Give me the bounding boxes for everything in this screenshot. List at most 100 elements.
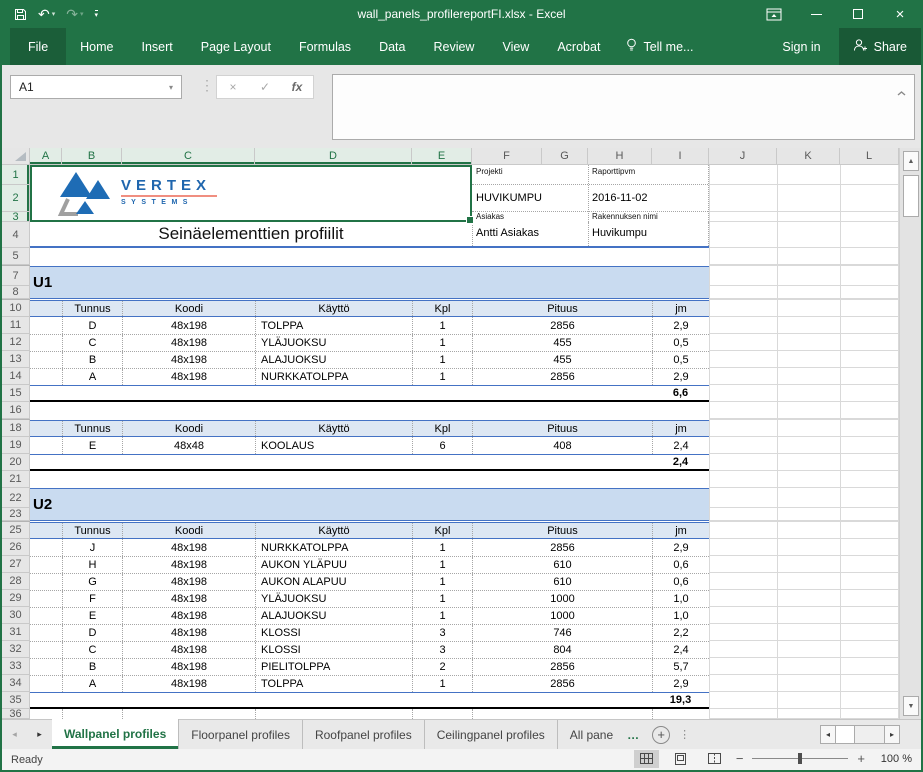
header-kpl[interactable]: Kpl [412,523,472,538]
cell[interactable] [30,693,62,707]
cell[interactable] [30,317,62,334]
page-break-preview-icon[interactable] [702,750,727,768]
cell[interactable]: 3 [412,625,472,641]
scroll-up-icon[interactable]: ▲ [903,151,919,171]
cell[interactable]: 1 [412,574,472,590]
cell[interactable] [30,539,62,556]
row-header[interactable]: 3 [2,212,30,222]
column-header[interactable]: H [588,148,652,165]
cell[interactable]: 1 [412,539,472,556]
cell[interactable]: 48x198 [122,352,255,368]
cell[interactable]: 48x198 [122,369,255,385]
header-jm[interactable]: jm [652,421,709,436]
cell[interactable]: 2856 [472,659,652,675]
tab-formulas[interactable]: Formulas [285,28,365,65]
undo-button[interactable]: ↶▾ [38,7,55,21]
column-header[interactable]: A [30,148,62,165]
cell[interactable] [255,386,412,400]
row-header[interactable]: 35 [2,692,30,709]
cell[interactable]: 2,9 [652,676,709,692]
cell[interactable]: C [62,642,122,658]
cell[interactable]: E [62,437,122,454]
row-header[interactable]: 28 [2,573,30,590]
cell[interactable]: 408 [472,437,652,454]
cell[interactable] [30,608,62,624]
row-header[interactable]: 13 [2,351,30,368]
report-meta-block[interactable]: Projekti Raporttipvm HUVIKUMPU 2016-11-0… [472,165,709,222]
header-tunnus[interactable]: Tunnus [62,301,122,316]
cell[interactable]: E [62,608,122,624]
cell[interactable]: 455 [472,335,652,351]
header-kpl[interactable]: Kpl [412,421,472,436]
cell[interactable]: A [62,676,122,692]
row-header[interactable]: 20 [2,454,30,471]
tab-view[interactable]: View [488,28,543,65]
row-header[interactable]: 23 [2,508,30,521]
cell[interactable] [122,386,255,400]
header-koodi[interactable]: Koodi [122,421,255,436]
cell[interactable]: 1 [412,352,472,368]
hscroll-left-icon[interactable]: ◂ [820,725,836,744]
row-header[interactable]: 16 [2,402,30,419]
minimize-button[interactable] [795,0,837,28]
cell[interactable]: B [62,352,122,368]
select-all-corner[interactable] [2,148,30,165]
row-header[interactable]: 34 [2,675,30,692]
header-jm[interactable]: jm [652,301,709,316]
zoom-out-button[interactable]: − [736,751,744,766]
cell[interactable]: 1 [412,369,472,385]
header-koodi[interactable]: Koodi [122,301,255,316]
row-header[interactable]: 22 [2,488,30,508]
cell[interactable]: 48x198 [122,676,255,692]
cell[interactable] [30,625,62,641]
formula-input[interactable] [332,74,915,140]
cell[interactable]: ALAJUOKSU [255,608,412,624]
cell[interactable] [255,709,412,719]
cell[interactable] [30,386,62,400]
section-banner-u2[interactable]: U2 [30,488,709,521]
scroll-down-icon[interactable]: ▼ [903,696,919,716]
cell[interactable] [652,709,709,719]
cell[interactable]: 455 [472,352,652,368]
row-header[interactable]: 8 [2,286,30,299]
sheet-nav-right-icon[interactable]: ▸ [27,720,52,749]
cell[interactable]: 48x198 [122,557,255,573]
save-icon[interactable] [14,8,27,21]
cell[interactable] [30,352,62,368]
cell[interactable] [30,659,62,675]
tell-me-box[interactable]: Tell me... [614,28,705,65]
row-header[interactable]: 7 [2,266,30,286]
row-header[interactable]: 25 [2,522,30,539]
total-value[interactable]: 19,3 [652,693,709,707]
cell[interactable] [412,386,472,400]
name-box[interactable]: A1 ▾ [10,75,182,99]
header-kaytto[interactable]: Käyttö [255,421,412,436]
cell[interactable] [472,386,652,400]
tab-data[interactable]: Data [365,28,419,65]
header-koodi[interactable]: Koodi [122,523,255,538]
cell[interactable]: 48x198 [122,574,255,590]
cell[interactable]: 5,7 [652,659,709,675]
column-header[interactable]: E [412,148,472,165]
report-title[interactable]: Seinäelementtien profiilit [30,222,472,246]
sign-in-link[interactable]: Sign in [764,28,838,65]
cell[interactable] [30,557,62,573]
column-header[interactable]: K [777,148,840,165]
tab-review[interactable]: Review [419,28,488,65]
cell[interactable]: J [62,539,122,556]
cell[interactable]: 2,9 [652,539,709,556]
cell[interactable]: D [62,625,122,641]
row-header[interactable]: 19 [2,437,30,454]
header-kaytto[interactable]: Käyttö [255,523,412,538]
header-pituus[interactable]: Pituus [472,523,652,538]
cell[interactable]: 0,5 [652,335,709,351]
header-tunnus[interactable]: Tunnus [62,523,122,538]
empty-cells-grid[interactable] [709,165,899,719]
header-pituus[interactable]: Pituus [472,421,652,436]
cell[interactable] [30,523,62,538]
vertical-scrollbar-thumb[interactable] [903,175,919,217]
cell[interactable] [472,455,652,469]
total-value[interactable]: 2,4 [652,455,709,469]
sheet-tab-allpanels[interactable]: All pane [558,720,625,749]
sheet-tab-wallpanel[interactable]: Wallpanel profiles [52,719,179,749]
